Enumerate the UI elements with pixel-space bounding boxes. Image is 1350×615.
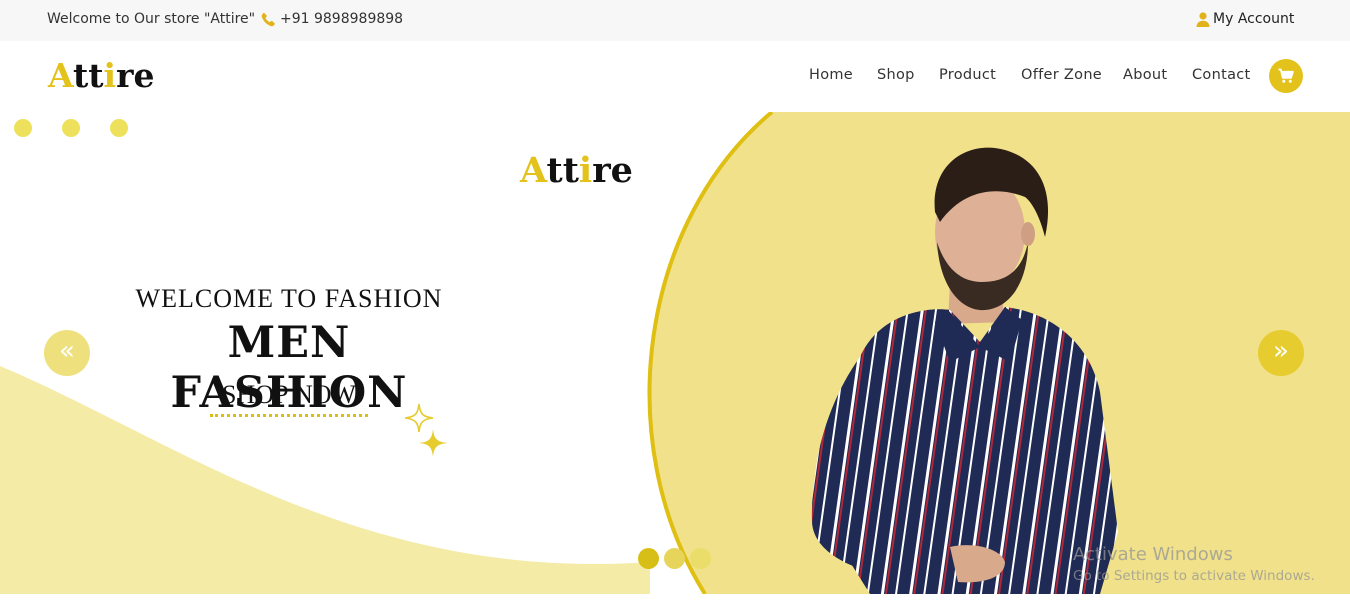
nav-offer-zone[interactable]: Offer Zone xyxy=(1021,67,1102,83)
nav-about[interactable]: About xyxy=(1123,67,1167,83)
decorative-dot xyxy=(110,119,128,137)
store-welcome-text: Welcome to Our store "Attire" xyxy=(47,11,256,27)
hero-subtitle: WELCOME TO FASHION xyxy=(135,284,443,313)
nav-product[interactable]: Product xyxy=(939,67,996,83)
logo-letter-a: A xyxy=(48,56,74,95)
logo-letters-tt: tt xyxy=(73,56,104,95)
hero-logo-letters-re: re xyxy=(592,150,633,191)
nav-shop[interactable]: Shop xyxy=(877,67,915,83)
phone-number[interactable]: +91 9898989898 xyxy=(280,11,403,27)
hero-logo-letter-a: A xyxy=(520,150,547,191)
carousel-dot-2[interactable] xyxy=(664,548,685,569)
windows-activation-title: Activate Windows xyxy=(1073,544,1233,565)
slider-next-button[interactable]: » xyxy=(1258,330,1304,376)
carousel-dot-3[interactable] xyxy=(690,548,711,569)
user-icon xyxy=(1196,12,1210,27)
slider-prev-button[interactable]: « xyxy=(44,330,90,376)
nav-contact[interactable]: Contact xyxy=(1192,67,1251,83)
cart-button[interactable] xyxy=(1269,59,1303,93)
hero-logo: Attire xyxy=(520,150,633,191)
hero-logo-letters-tt: tt xyxy=(546,150,579,191)
shop-now-link[interactable]: SHOP NOW xyxy=(210,380,368,417)
main-navbar: Attire Home Shop Product Offer Zone Abou… xyxy=(0,41,1350,112)
sparkle-icon xyxy=(404,403,448,457)
decorative-dot xyxy=(14,119,32,137)
nav-home[interactable]: Home xyxy=(809,67,853,83)
carousel-dot-1[interactable] xyxy=(638,548,659,569)
my-account-link[interactable]: My Account xyxy=(1213,11,1294,27)
shopping-cart-icon xyxy=(1278,68,1294,83)
hero-slider: Attire WELCOME TO FASHION MEN FASHION SH… xyxy=(0,112,1350,594)
decorative-dot xyxy=(62,119,80,137)
logo-letter-i: i xyxy=(103,56,117,95)
logo-letters-re: re xyxy=(116,56,155,95)
hero-logo-letter-i: i xyxy=(578,150,593,191)
brand-logo[interactable]: Attire xyxy=(48,56,154,95)
top-bar: Welcome to Our store "Attire" +91 989898… xyxy=(0,0,1350,41)
phone-icon xyxy=(261,12,276,27)
windows-activation-subtitle: Go to Settings to activate Windows. xyxy=(1073,568,1315,584)
model-image xyxy=(811,147,1118,594)
